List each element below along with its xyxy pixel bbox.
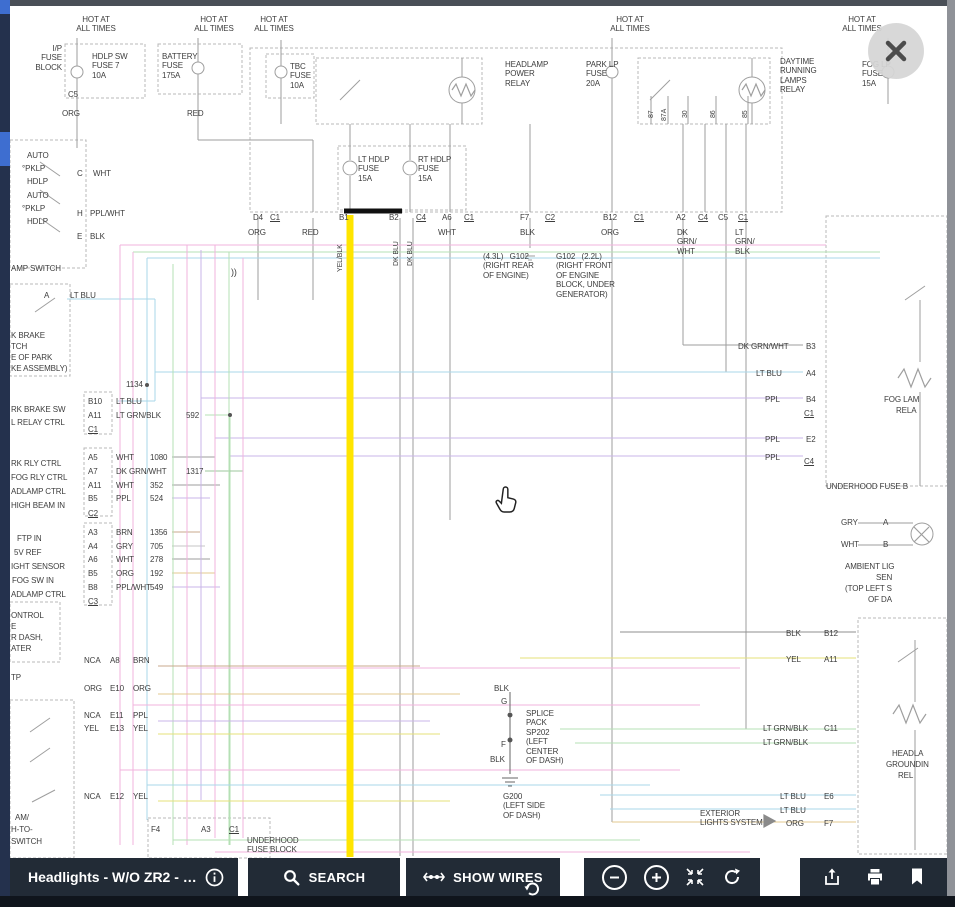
reset-view-button[interactable] (722, 867, 742, 887)
window-frame-top (0, 0, 955, 6)
export-button[interactable] (822, 867, 842, 887)
close-icon (883, 38, 909, 64)
zoom-out-button[interactable] (602, 865, 627, 890)
zoom-out-icon (609, 872, 620, 883)
diagram-title-segment: Headlights - W/O ZR2 - P... (10, 858, 238, 896)
search-button[interactable]: SEARCH (248, 858, 400, 896)
info-icon (205, 868, 224, 887)
diagram-title: Headlights - W/O ZR2 - P... (28, 869, 198, 885)
frame-accent-top (0, 0, 10, 14)
wiring-diagram-svg[interactable] (0, 0, 955, 907)
rotate-button[interactable] (523, 880, 541, 903)
app-window: HOT AT ALL TIMESHOT AT ALL TIMESHOT AT A… (0, 0, 955, 907)
frame-accent-mid (0, 132, 10, 166)
window-frame-bottom (0, 896, 955, 907)
zoom-controls-segment (584, 858, 760, 896)
share-icon (822, 867, 842, 887)
fit-screen-button[interactable] (685, 867, 705, 887)
bookmark-button[interactable] (909, 867, 925, 887)
reset-view-icon (722, 867, 742, 887)
print-button[interactable] (865, 867, 885, 887)
bottom-toolbar: Headlights - W/O ZR2 - P... SEARCH (10, 858, 947, 896)
search-label: SEARCH (309, 870, 366, 885)
scrollbar-track[interactable] (947, 0, 955, 907)
print-icon (865, 867, 885, 887)
rotate-icon (523, 880, 541, 898)
actions-segment (800, 858, 947, 896)
info-button[interactable] (205, 868, 224, 887)
close-button[interactable] (868, 23, 924, 79)
fit-screen-icon (685, 867, 705, 887)
zoom-in-button[interactable] (644, 865, 669, 890)
bookmark-icon (909, 867, 925, 887)
search-icon (283, 869, 300, 886)
show-wires-icon (423, 869, 445, 885)
hand-cursor (494, 486, 518, 519)
zoom-in-icon (651, 872, 662, 883)
